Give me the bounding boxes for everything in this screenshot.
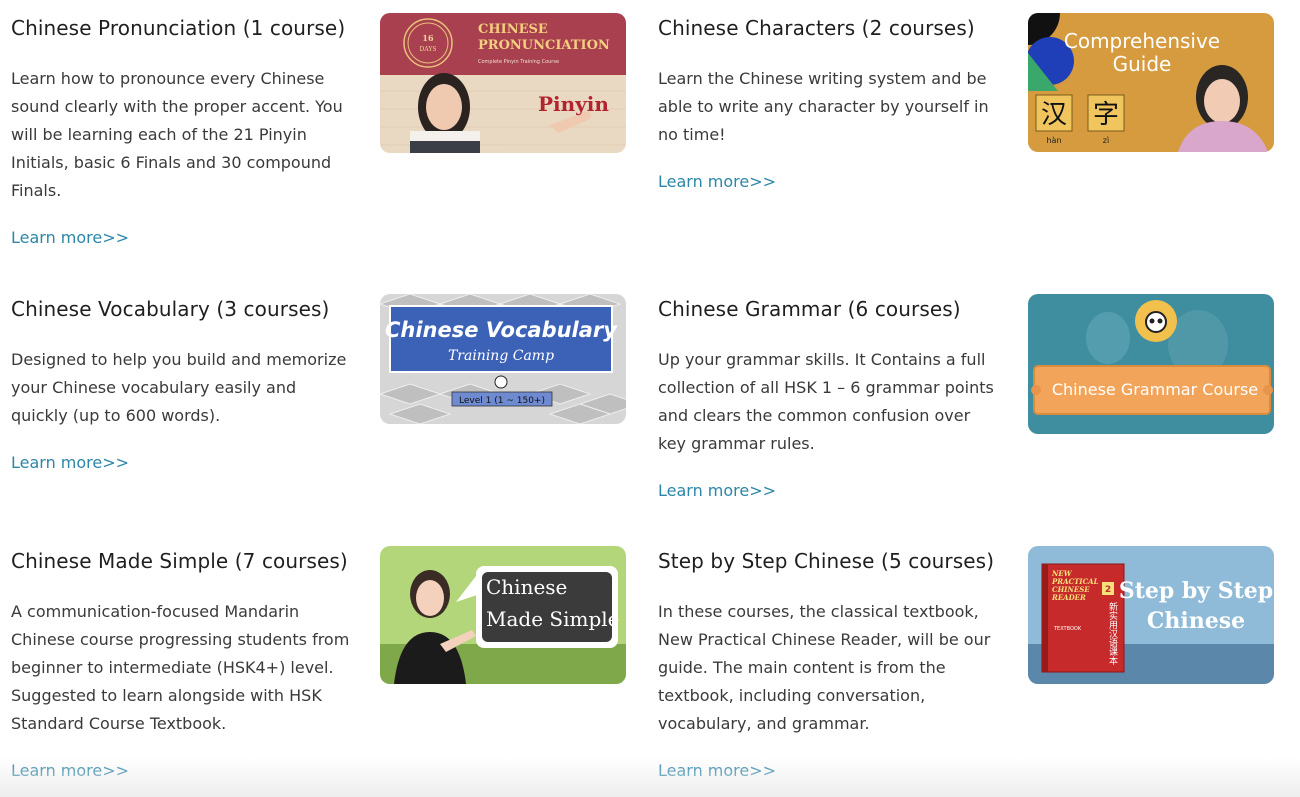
course-description: In these courses, the classical textbook… [658,602,991,733]
thumb-title: Chinese Vocabulary [385,318,618,342]
course-description: Up your grammar skills. It Contains a fu… [658,350,994,453]
thumb-subtitle: Training Camp [448,348,554,364]
course-thumbnail-pronunciation[interactable]: 16 DAYS CHINESE PRONUNCIATION Complete P… [380,13,626,153]
thumb-pinyin-zi: zì [1103,136,1109,145]
badge-days-number: 16 [422,33,434,43]
learn-more-link[interactable]: Learn more>> [658,760,1288,782]
thumb-title-line1: Comprehensive [1064,29,1220,53]
learn-more-link[interactable]: Learn more>> [658,480,1288,502]
learn-more-link[interactable]: Learn more>> [11,760,641,782]
book-label: TEXTBOOK [1053,626,1082,632]
learn-more-link[interactable]: Learn more>> [11,452,641,474]
badge-days-label: DAYS [420,46,437,53]
course-description: Designed to help you build and memorize … [11,350,347,425]
thumb-bubble-line1: Chinese [486,575,567,599]
course-description: Learn how to pronounce every Chinese sou… [11,69,343,200]
course-thumbnail-step-by-step[interactable]: NEW PRACTICAL CHINESE READER 2 TEXTBOOK … [1028,546,1274,684]
course-thumbnail-characters[interactable]: Comprehensive Guide 汉 字 hàn zì [1028,13,1274,152]
thumb-title-line2: Guide [1113,52,1172,76]
thumb-pinyin-han: hàn [1046,136,1061,145]
thumb-title-line1: Step by Step [1119,578,1273,604]
book-title-line4: READER [1051,593,1086,602]
course-thumbnail-vocabulary[interactable]: Chinese Vocabulary Training Camp Level 1… [380,294,626,424]
learn-more-link[interactable]: Learn more>> [658,171,1288,193]
thumb-char-zi: 字 [1093,100,1119,130]
course-description: Learn the Chinese writing system and be … [658,69,989,144]
thumb-bubble-line2: Made Simple [486,607,620,631]
thumb-level: Level 1 (1 ~ 150+) [459,396,545,406]
thumb-title-line1: CHINESE [478,22,548,37]
course-thumbnail-grammar[interactable]: Chinese Grammar Course [1028,294,1274,434]
book-chinese-title: 新实用汉语课本 [1107,601,1118,666]
thumb-banner: Chinese Grammar Course [1052,380,1258,399]
thumb-char-han: 汉 [1041,100,1067,130]
thumb-title-line2: Chinese [1147,608,1245,634]
course-thumbnail-made-simple[interactable]: Chinese Made Simple [380,546,626,684]
thumb-subtitle: Complete Pinyin Training Course [478,59,559,65]
course-description: A communication-focused Mandarin Chinese… [11,602,350,733]
learn-more-link[interactable]: Learn more>> [11,227,641,249]
book-volume: 2 [1105,585,1111,595]
thumb-word-pinyin: Pinyin [538,92,609,116]
thumb-title-line2: PRONUNCIATION [478,38,610,53]
